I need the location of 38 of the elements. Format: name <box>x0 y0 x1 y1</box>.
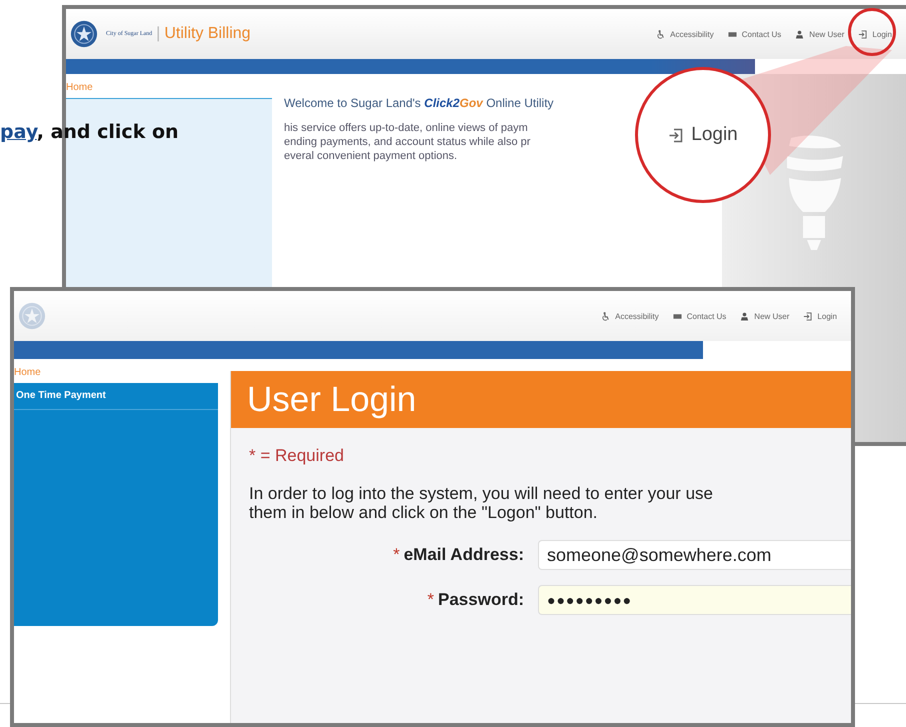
login-icon <box>668 128 684 142</box>
user-icon <box>740 312 750 320</box>
app-title: Utility Billing <box>164 25 251 43</box>
nav-link[interactable]: Login <box>858 30 892 38</box>
login-icon <box>858 30 868 38</box>
nav-link[interactable]: Accessibility <box>656 30 714 38</box>
highlight-circle <box>848 8 896 56</box>
instruction-line: them in below and click on the "Logon" button. <box>249 503 599 522</box>
star-seal-icon <box>70 20 98 48</box>
password-field[interactable]: ●●●●●●●●● <box>538 585 851 615</box>
nav-link[interactable]: Accessibility <box>601 312 659 320</box>
nav-link[interactable]: New User <box>740 312 790 320</box>
description-line: everal convenient payment options. <box>284 150 458 162</box>
instruction-text: pay, and click on <box>0 121 179 143</box>
sidebar-item[interactable]: One Time Payment <box>14 383 218 410</box>
description-line: his service offers up-to-date, online views of paym <box>284 122 529 134</box>
description-line: ending payments, and account status while also pr <box>284 136 532 148</box>
page-title: User Login <box>247 380 416 420</box>
card-icon <box>728 30 737 38</box>
instruction-line: In order to log into the system, you will need to enter your use <box>249 484 714 503</box>
nav-link[interactable]: Contact Us <box>672 312 726 320</box>
login-label: Login <box>691 124 738 146</box>
field-label: * Password: <box>426 590 524 610</box>
star-seal-icon <box>18 302 46 330</box>
user-icon <box>795 30 804 38</box>
welcome-heading: Welcome to Sugar Land's Click2Gov Online Utility <box>284 96 555 110</box>
nav-link[interactable]: New User <box>795 30 844 38</box>
accessibility-icon <box>601 312 610 320</box>
email-field[interactable]: someone@somewhere.com <box>538 540 851 570</box>
accessibility-icon <box>656 30 666 38</box>
card-icon <box>672 312 682 320</box>
required-note: * = Required <box>249 446 345 466</box>
login-icon <box>803 312 812 320</box>
pay-link[interactable]: pay <box>0 121 37 143</box>
nav-link[interactable]: Login <box>803 312 837 320</box>
nav-link[interactable]: Contact Us <box>728 30 782 38</box>
separator: | <box>156 25 160 43</box>
field-label: * eMail Address: <box>392 545 524 565</box>
